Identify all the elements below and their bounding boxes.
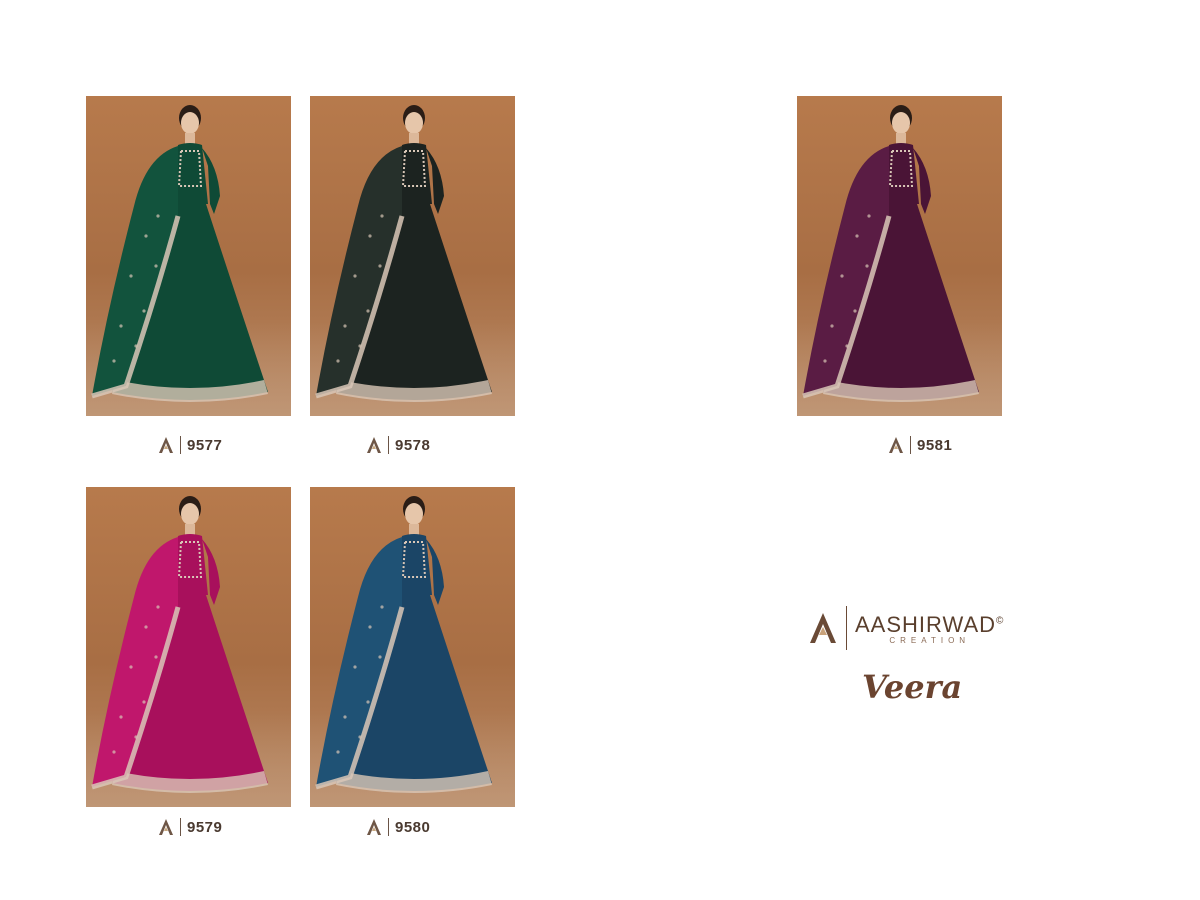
product-code: 9578: [395, 436, 431, 454]
model-dress-9580: [315, 496, 492, 793]
product-image-9581[interactable]: [797, 96, 1002, 416]
brand-logo-icon: [367, 437, 381, 453]
product-label-9581: 9581: [888, 436, 952, 454]
product-label-9580: 9580: [366, 818, 430, 836]
brand-divider: [846, 606, 847, 650]
product-label-9578: 9578: [366, 436, 430, 454]
product-code: 9581: [917, 436, 953, 454]
product-label-9577: 9577: [158, 436, 222, 454]
brand-logo-icon: [159, 437, 173, 453]
label-divider: [910, 436, 911, 454]
product-image-9580[interactable]: [310, 487, 515, 807]
product-label-9579: 9579: [158, 818, 222, 836]
product-image-9579[interactable]: [86, 487, 291, 807]
dress-graphic: [315, 105, 492, 402]
product-image-9578[interactable]: [310, 96, 515, 416]
model-dress-9581: [802, 105, 979, 402]
brand-logo-icon: [367, 819, 381, 835]
dress-graphic: [91, 496, 268, 793]
brand-logo-icon: [889, 437, 903, 453]
label-divider: [180, 818, 181, 836]
brand-logo-icon: [810, 613, 836, 643]
model-dress-9579: [91, 496, 268, 793]
brand-subtitle: CREATION: [889, 635, 971, 645]
dress-graphic: [315, 496, 492, 793]
product-code: 9579: [187, 818, 223, 836]
brand-name: AASHIRWAD©: [855, 611, 1005, 637]
product-image-9577[interactable]: [86, 96, 291, 416]
product-code: 9580: [395, 818, 431, 836]
label-divider: [388, 436, 389, 454]
brand-text: AASHIRWAD© CREATION: [855, 612, 1004, 645]
product-code: 9577: [187, 436, 223, 454]
brand-logo-icon: [159, 819, 173, 835]
dress-graphic: [91, 105, 268, 402]
collection-title: Veera: [862, 668, 963, 706]
label-divider: [388, 818, 389, 836]
model-dress-9578: [315, 105, 492, 402]
model-dress-9577: [91, 105, 268, 402]
brand-logo: AASHIRWAD© CREATION: [808, 606, 1004, 650]
dress-graphic: [802, 105, 979, 402]
label-divider: [180, 436, 181, 454]
